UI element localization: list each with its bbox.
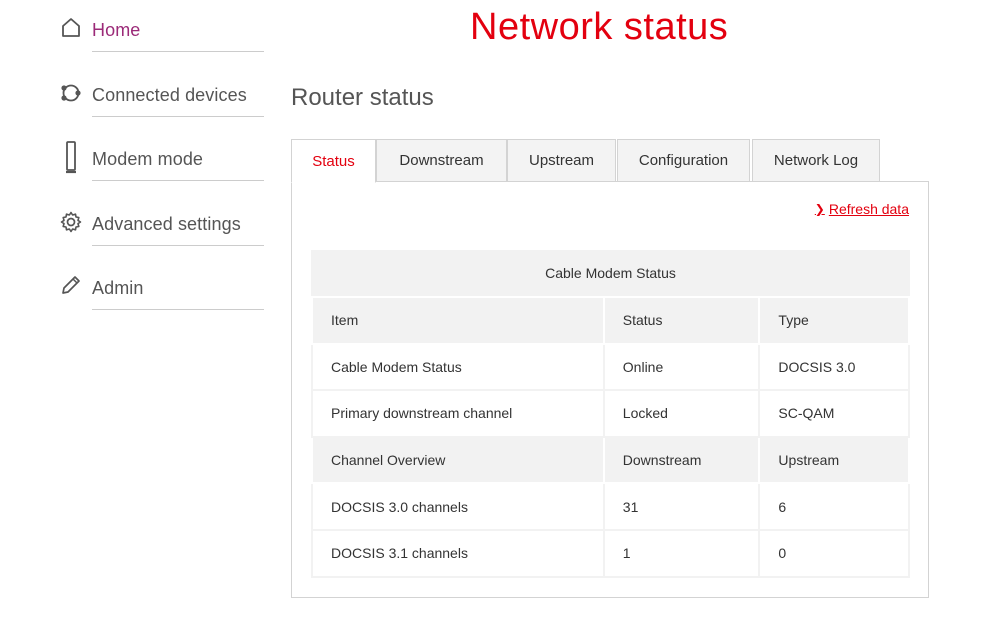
sidebar-item-label: Modem mode (92, 149, 204, 169)
tab-upstream[interactable]: Upstream (507, 139, 616, 182)
table-row: Primary downstream channel Locked SC-QAM (311, 389, 910, 438)
chevron-right-icon: ❯ (814, 202, 825, 216)
table-cell: DOCSIS 3.0 (758, 342, 910, 392)
sidebar-item-modem-mode[interactable]: Modem mode (56, 139, 264, 204)
sidebar-item-label: Connected devices (92, 84, 247, 105)
sidebar-item-label: Home (92, 20, 141, 40)
gear-icon (58, 210, 84, 236)
tab-network-log[interactable]: Network Log (752, 139, 880, 182)
table-cell: 31 (602, 482, 761, 531)
table-cell: 0 (758, 528, 910, 578)
table-cell: SC-QAM (758, 389, 910, 438)
tab-downstream[interactable]: Downstream (376, 139, 507, 182)
table-row: DOCSIS 3.0 channels 31 6 (311, 482, 910, 531)
status-panel: ❯ Refresh data Cable Modem Status Item St… (291, 181, 929, 598)
divider (92, 115, 264, 117)
divider (92, 51, 264, 52)
refresh-data-link[interactable]: ❯ Refresh data (815, 201, 909, 217)
sidebar-item-label: Admin (92, 278, 144, 298)
divider (92, 309, 264, 310)
table-cell: Primary downstream channel (311, 389, 605, 438)
table-cell: Type (758, 296, 910, 345)
modem-icon (58, 141, 84, 174)
table-cell: DOCSIS 3.0 channels (311, 482, 605, 531)
table-cell: 1 (602, 528, 761, 578)
table-cell: Channel Overview (311, 435, 605, 485)
sidebar-item-admin[interactable]: Admin (56, 268, 264, 333)
table-cell: Status (602, 296, 761, 345)
table-cell: DOCSIS 3.1 channels (311, 528, 605, 578)
table-title: Cable Modem Status (311, 250, 910, 296)
tab-label: Downstream (399, 152, 484, 169)
table-header-row: Channel Overview Downstream Upstream (311, 435, 910, 485)
table-cell: Online (602, 342, 761, 392)
table-cell: Downstream (602, 435, 761, 485)
tab-configuration[interactable]: Configuration (617, 139, 750, 182)
tab-status[interactable]: Status (291, 139, 376, 183)
table-cell: Locked (602, 389, 761, 438)
table-row: Cable Modem Status Online DOCSIS 3.0 (311, 342, 910, 392)
table-header-row: Item Status Type (311, 296, 910, 345)
page-title: Network status (470, 6, 729, 48)
sidebar-item-label: Advanced settings (92, 213, 241, 234)
cable-modem-status-table: Item Status Type Cable Modem Status Online DO… (311, 296, 910, 578)
sidebar-item-connected-devices[interactable]: Connected devices (56, 75, 264, 140)
table-cell: Item (311, 296, 605, 345)
refresh-data-label: Refresh data (828, 201, 909, 217)
sidebar-item-home[interactable]: Home (56, 10, 264, 75)
sidebar: Home Connected devices Modem mode Advanc… (56, 10, 264, 333)
home-icon (58, 16, 84, 42)
table-cell: Cable Modem Status (311, 342, 605, 392)
table-cell: 6 (758, 482, 910, 531)
pencil-icon (58, 274, 84, 300)
table-cell: Upstream (758, 435, 910, 485)
divider (92, 180, 264, 181)
table-row: DOCSIS 3.1 channels 1 0 (311, 528, 910, 578)
sidebar-item-advanced-settings[interactable]: Advanced settings (56, 204, 264, 269)
section-title: Router status (291, 84, 434, 111)
devices-icon (58, 81, 84, 107)
divider (92, 244, 264, 246)
